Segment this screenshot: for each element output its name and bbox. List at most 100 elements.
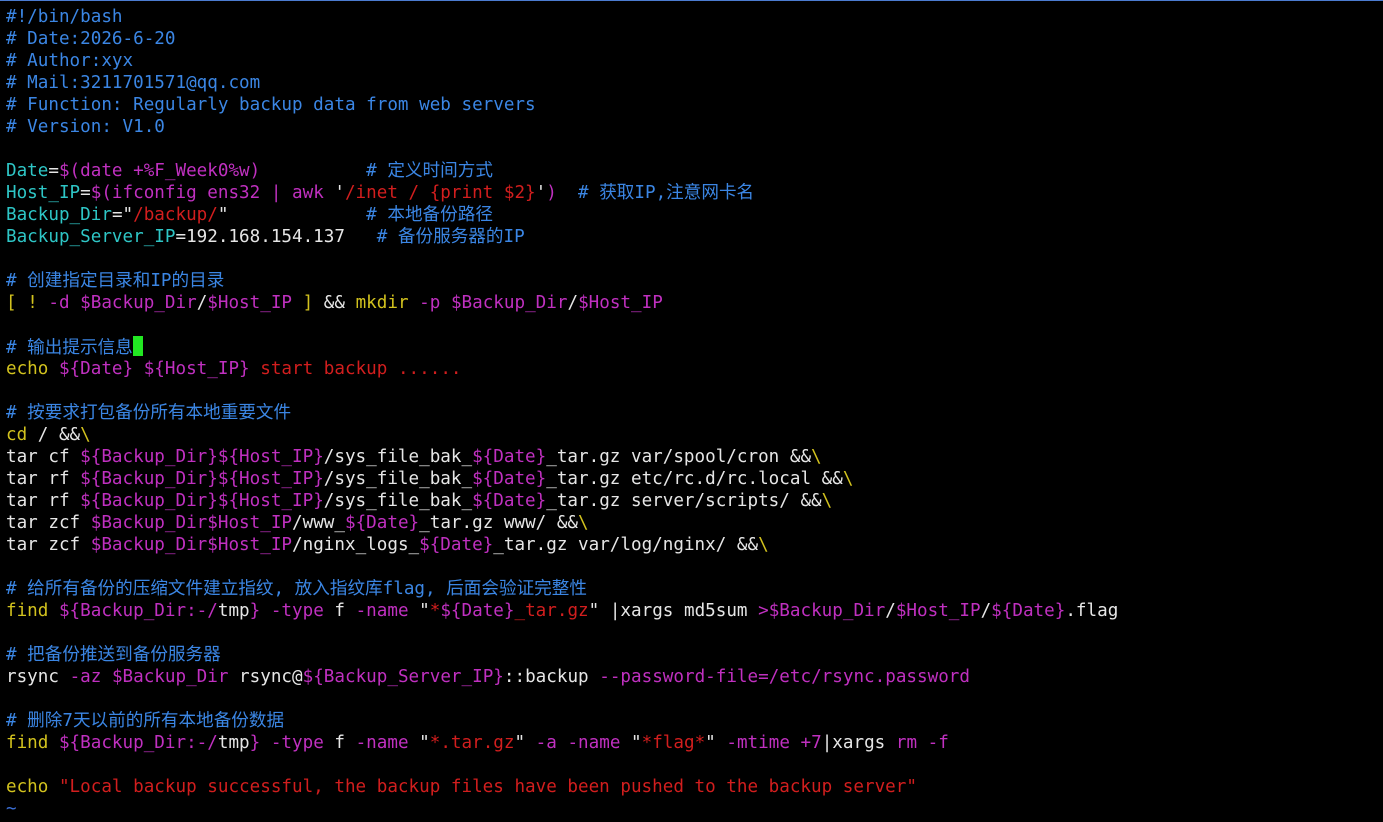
text-token: |xargs bbox=[821, 733, 896, 753]
text-token: ::backup bbox=[503, 667, 600, 687]
keyword-token: \ bbox=[842, 469, 854, 489]
text-token: && bbox=[313, 293, 356, 313]
code-line[interactable]: # 给所有备份的压缩文件建立指纹, 放入指纹库flag, 后面会验证完整性 bbox=[6, 578, 1378, 600]
text-token: .flag bbox=[1065, 601, 1119, 621]
text-token: tmp bbox=[217, 733, 250, 753]
code-line[interactable]: #!/bin/bash bbox=[6, 6, 1378, 28]
special-token: $(ifconfig ens32 | awk bbox=[90, 183, 335, 203]
code-line[interactable]: # 把备份推送到备份服务器 bbox=[6, 644, 1378, 666]
special-token: ${Backup_Dir}${Host_IP} bbox=[80, 491, 324, 511]
code-line[interactable]: Host_IP=$(ifconfig ens32 | awk '/inet / … bbox=[6, 182, 1378, 204]
code-line[interactable]: # Function: Regularly backup data from w… bbox=[6, 94, 1378, 116]
code-line[interactable]: tar rf ${Backup_Dir}${Host_IP}/sys_file_… bbox=[6, 468, 1378, 490]
code-line[interactable]: # 创建指定目录和IP的目录 bbox=[6, 270, 1378, 292]
text-token: / && bbox=[27, 425, 81, 445]
variable-name-token: Host_IP bbox=[6, 183, 81, 203]
code-line[interactable]: Date=$(date +%F_Week0%w) # 定义时间方式 bbox=[6, 160, 1378, 182]
code-line[interactable] bbox=[6, 556, 1378, 578]
code-line[interactable]: [ ! -d $Backup_Dir/$Host_IP ] && mkdir -… bbox=[6, 292, 1378, 314]
special-token: ${Date} bbox=[472, 469, 547, 489]
code-line[interactable] bbox=[6, 754, 1378, 776]
keyword-token: ] bbox=[302, 293, 314, 313]
keyword-token: \ bbox=[758, 535, 769, 555]
code-line[interactable]: cd / &&\ bbox=[6, 424, 1378, 446]
special-token: -az bbox=[69, 667, 102, 687]
special-token: ${Date} bbox=[344, 513, 420, 533]
comment-token: # Version: V1.0 bbox=[6, 117, 165, 137]
variable-name-token: Backup_Dir bbox=[6, 205, 112, 225]
code-line[interactable]: # Date:2026-6-20 bbox=[6, 28, 1378, 50]
special-token: -name bbox=[567, 733, 621, 753]
code-line[interactable] bbox=[6, 138, 1378, 160]
comment-token: # 按要求打包备份所有本地重要文件 bbox=[6, 403, 292, 423]
code-line[interactable] bbox=[6, 622, 1378, 644]
code-line[interactable]: tar zcf $Backup_Dir$Host_IP/nginx_logs_$… bbox=[6, 534, 1378, 556]
string-token: /backup/ bbox=[133, 205, 218, 225]
keyword-token: [ bbox=[6, 293, 28, 313]
special-token: ${Backup_Dir}${Host_IP} bbox=[80, 469, 324, 489]
code-line[interactable]: echo "Local backup successful, the backu… bbox=[6, 776, 1378, 798]
code-line[interactable]: # Mail:3211701571@qq.com bbox=[6, 72, 1378, 94]
comment-token: # 本地备份路径 bbox=[366, 205, 493, 225]
text-token: " bbox=[620, 733, 642, 753]
keyword-token: \ bbox=[578, 513, 589, 533]
text-token: ' bbox=[334, 183, 345, 203]
text-token: " bbox=[408, 601, 430, 621]
code-line[interactable]: Backup_Dir="/backup/" # 本地备份路径 bbox=[6, 204, 1378, 226]
code-line[interactable]: tar zcf $Backup_Dir$Host_IP/www_${Date}_… bbox=[6, 512, 1378, 534]
code-line[interactable]: echo ${Date} ${Host_IP} start backup ...… bbox=[6, 358, 1378, 380]
code-line[interactable] bbox=[6, 688, 1378, 710]
text-token: = bbox=[48, 161, 59, 181]
text-token: _tar.gz server/scripts/ && bbox=[546, 491, 822, 511]
text-token: tar cf bbox=[6, 447, 81, 467]
special-token: ${Backup_Dir:-/ bbox=[58, 601, 218, 621]
string-token: *flag* bbox=[641, 733, 706, 753]
keyword-token: \ bbox=[80, 425, 91, 445]
string-token: /inet / {print $2} bbox=[344, 183, 536, 203]
text-token: tar zcf bbox=[6, 513, 91, 533]
special-token: ${Backup_Server_IP} bbox=[302, 667, 504, 687]
text-token: /nginx_logs_ bbox=[292, 535, 420, 555]
code-line[interactable]: # Author:xyx bbox=[6, 50, 1378, 72]
special-token: ${Date} bbox=[991, 601, 1066, 621]
code-line[interactable]: # 输出提示信息 bbox=[6, 336, 1378, 358]
text-token: _tar.gz var/log/nginx/ && bbox=[493, 535, 759, 555]
code-line[interactable]: tar cf ${Backup_Dir}${Host_IP}/sys_file_… bbox=[6, 446, 1378, 468]
code-line[interactable]: Backup_Server_IP=192.168.154.137 # 备份服务器… bbox=[6, 226, 1378, 248]
keyword-token: \ bbox=[811, 447, 822, 467]
keyword-token: find bbox=[6, 733, 49, 753]
empty-buffer-line-marker: ~ bbox=[6, 799, 17, 819]
code-line[interactable] bbox=[6, 380, 1378, 402]
code-line[interactable]: # 按要求打包备份所有本地重要文件 bbox=[6, 402, 1378, 424]
code-line[interactable] bbox=[6, 314, 1378, 336]
code-line[interactable]: tar rf ${Backup_Dir}${Host_IP}/sys_file_… bbox=[6, 490, 1378, 512]
keyword-token: echo bbox=[6, 359, 49, 379]
code-line[interactable]: rsync -az $Backup_Dir rsync@${Backup_Ser… bbox=[6, 666, 1378, 688]
vim-editor-buffer[interactable]: #!/bin/bash # Date:2026-6-20 # Author:xyx #… bbox=[6, 6, 1378, 820]
text-token: " bbox=[705, 733, 727, 753]
text-token: =192.168.154.137 bbox=[175, 227, 377, 247]
code-line[interactable]: find ${Backup_Dir:-/tmp} -type f -name "… bbox=[6, 732, 1378, 754]
special-token: ${Backup_Dir}${Host_IP} bbox=[80, 447, 324, 467]
string-token: "Local backup successful, the backup fil… bbox=[58, 777, 917, 797]
code-line[interactable]: # Version: V1.0 bbox=[6, 116, 1378, 138]
text-token: " bbox=[408, 733, 430, 753]
text-token: /sys_file_bak_ bbox=[323, 491, 473, 511]
code-line[interactable]: find ${Backup_Dir:-/tmp} -type f -name "… bbox=[6, 600, 1378, 622]
comment-token: # 备份服务器的IP bbox=[376, 227, 525, 247]
text-token: _tar.gz var/spool/cron && bbox=[546, 447, 812, 467]
code-line[interactable] bbox=[6, 248, 1378, 270]
code-line[interactable]: # 删除7天以前的所有本地备份数据 bbox=[6, 710, 1378, 732]
text-token: / bbox=[567, 293, 579, 313]
